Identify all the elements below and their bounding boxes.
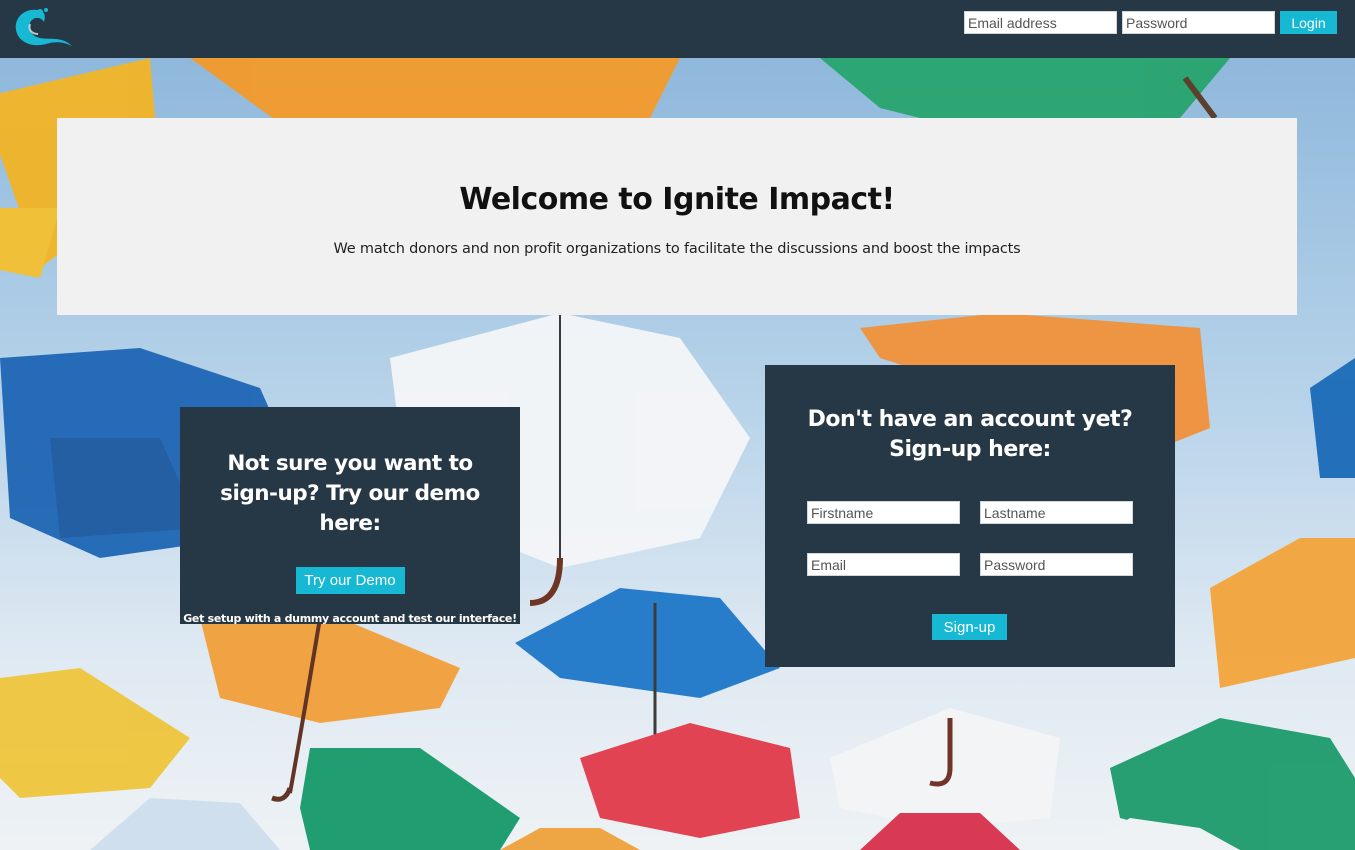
lastname-field[interactable] xyxy=(980,501,1133,524)
hero-subtitle: We match donors and non profit organizat… xyxy=(333,241,1021,257)
signup-password-field[interactable] xyxy=(980,553,1133,576)
firstname-field[interactable] xyxy=(807,501,960,524)
welcome-hero: Welcome to Ignite Impact! We match donor… xyxy=(57,118,1297,315)
signup-heading-line2: Sign-up here: xyxy=(889,437,1051,462)
demo-heading: Not sure you want to sign-up? Try our de… xyxy=(220,451,480,536)
page-title: Welcome to Ignite Impact! xyxy=(459,182,895,217)
signup-heading-line1: Don't have an account yet? xyxy=(807,407,1133,432)
signup-button[interactable]: Sign-up xyxy=(932,614,1007,640)
demo-panel: Not sure you want to sign-up? Try our de… xyxy=(180,407,520,625)
top-navbar: Login xyxy=(0,0,1355,58)
login-password-input[interactable] xyxy=(1122,11,1275,34)
try-demo-button[interactable]: Try our Demo xyxy=(295,567,405,594)
signup-heading: Don't have an account yet? Sign-up here: xyxy=(765,405,1175,465)
demo-note: Get setup with a dummy account and test … xyxy=(183,612,517,625)
signup-panel: Don't have an account yet? Sign-up here:… xyxy=(765,365,1175,667)
login-email-input[interactable] xyxy=(964,11,1117,34)
signup-email-field[interactable] xyxy=(807,553,960,576)
wave-logo-icon[interactable] xyxy=(10,4,74,50)
login-button[interactable]: Login xyxy=(1280,11,1337,34)
